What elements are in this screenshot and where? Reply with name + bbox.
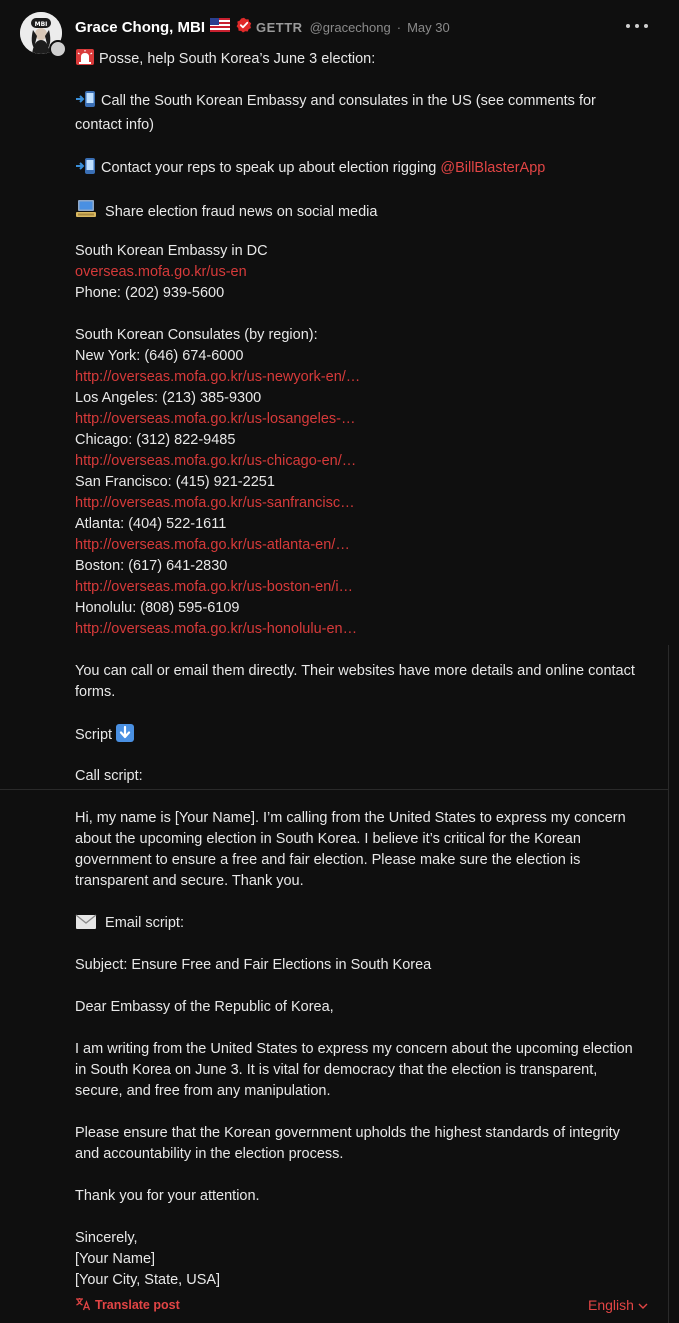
email-paragraph: I am writing from the United States to e… — [75, 1041, 633, 1099]
post-date[interactable]: May 30 — [407, 20, 450, 35]
consulate-link[interactable]: http://overseas.mofa.go.kr/us-losangeles… — [75, 409, 645, 430]
email-salutation: Dear Embassy of the Republic of Korea, — [75, 999, 334, 1015]
separator-dot: · — [396, 19, 402, 35]
post-body: Posse, help South Korea’s June 3 electio… — [75, 48, 645, 1291]
consulate-line: Los Angeles: (213) 385-9300 — [75, 390, 262, 406]
email-subject: Subject: Ensure Free and Fair Elections … — [75, 957, 432, 973]
call-script-label: Call script: — [75, 768, 143, 784]
consulate-line: Honolulu: (808) 595-6109 — [75, 600, 240, 616]
avatar-badge-icon — [49, 40, 67, 58]
step1-line: Call the South Korean Embassy and consul… — [75, 90, 645, 136]
translate-post-button[interactable]: Translate post — [75, 1296, 180, 1314]
step3-text: Share election fraud news on social medi… — [101, 204, 378, 220]
consulate-link[interactable]: http://overseas.mofa.go.kr/us-boston-en/… — [75, 577, 645, 598]
embassy-phone: Phone: (202) 939-5600 — [75, 285, 225, 301]
step2-text: Contact your reps to speak up about elec… — [101, 160, 441, 176]
consulate-line: Boston: (617) 641-2830 — [75, 558, 228, 574]
email-script-line: Email script: — [75, 913, 645, 934]
siren-icon — [75, 48, 95, 69]
mention-link[interactable]: @BillBlasterApp — [440, 160, 545, 176]
email-signature-name: [Your Name] — [75, 1251, 156, 1267]
intro-text: Posse, help South Korea’s June 3 electio… — [99, 51, 376, 67]
verified-badge-icon — [236, 17, 252, 38]
intro-line: Posse, help South Korea’s June 3 electio… — [75, 48, 645, 69]
consulate-link[interactable]: http://overseas.mofa.go.kr/us-sanfrancis… — [75, 493, 645, 514]
language-select[interactable]: English — [588, 1296, 648, 1314]
consulate-link[interactable]: http://overseas.mofa.go.kr/us-chicago-en… — [75, 451, 645, 472]
step1-text: Call the South Korean Embassy and consul… — [75, 93, 596, 133]
platform-label: GETTR — [256, 19, 303, 35]
display-name[interactable]: Grace Chong, MBI — [75, 19, 205, 36]
computer-icon — [75, 199, 97, 220]
call-note: You can call or email them directly. The… — [75, 663, 635, 700]
translate-post-label: Translate post — [95, 1298, 180, 1312]
email-thanks: Thank you for your attention. — [75, 1188, 260, 1204]
translate-icon — [75, 1297, 91, 1314]
consulate-line: New York: (646) 674-6000 — [75, 348, 244, 364]
more-options-icon[interactable] — [626, 16, 648, 36]
right-border — [668, 645, 669, 1323]
embassy-title: South Korean Embassy in DC — [75, 243, 268, 259]
script-label: Script — [75, 727, 117, 743]
language-label: English — [588, 1297, 634, 1313]
email-signoff: Sincerely, — [75, 1230, 138, 1246]
embassy-link[interactable]: overseas.mofa.go.kr/us-en — [75, 262, 645, 283]
post-card: MBI Grace Chong, MBI GETTR @gracechong ·… — [0, 0, 679, 1323]
avatar-text: MBI — [35, 21, 48, 28]
step3-line: Share election fraud news on social medi… — [75, 199, 645, 220]
step2-line: Contact your reps to speak up about elec… — [75, 157, 645, 178]
consulate-link[interactable]: http://overseas.mofa.go.kr/us-newyork-en… — [75, 367, 645, 388]
email-script-label: Email script: — [101, 915, 184, 931]
consulate-link[interactable]: http://overseas.mofa.go.kr/us-atlanta-en… — [75, 535, 645, 556]
email-signature-city: [Your City, State, USA] — [75, 1272, 221, 1288]
consulate-line: Atlanta: (404) 522-1611 — [75, 516, 227, 532]
script-label-line: Script — [75, 724, 645, 745]
post-header: Grace Chong, MBI GETTR @gracechong · May… — [75, 16, 450, 38]
consulate-line: Chicago: (312) 822-9485 — [75, 432, 236, 448]
down-arrow-icon — [116, 724, 135, 745]
chevron-down-icon — [638, 1297, 648, 1313]
us-flag-icon — [210, 17, 231, 37]
mobile-phone-arrow-icon — [75, 157, 97, 178]
author-handle[interactable]: @gracechong — [310, 20, 391, 35]
envelope-icon — [75, 914, 97, 934]
consulate-line: San Francisco: (415) 921-2251 — [75, 474, 275, 490]
email-paragraph: Please ensure that the Korean government… — [75, 1125, 620, 1162]
call-script-text: Hi, my name is [Your Name]. I’m calling … — [75, 810, 626, 889]
mobile-phone-arrow-icon — [75, 90, 97, 115]
consulate-link[interactable]: http://overseas.mofa.go.kr/us-honolulu-e… — [75, 619, 645, 640]
consulates-title: South Korean Consulates (by region): — [75, 327, 318, 343]
